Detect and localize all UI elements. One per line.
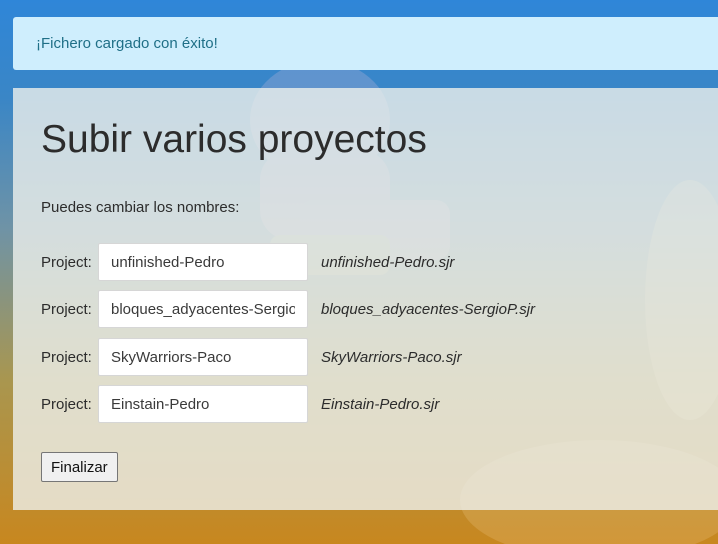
project-filename: SkyWarriors-Paco.sjr — [321, 348, 462, 366]
project-row: Project: unfinished-Pedro.sjr — [41, 243, 454, 281]
project-row: Project: bloques_adyacentes-SergioP.sjr — [41, 290, 535, 328]
project-label: Project: — [41, 395, 92, 413]
page-title: Subir varios proyectos — [41, 118, 427, 161]
project-name-input[interactable] — [98, 385, 308, 423]
project-name-input[interactable] — [98, 243, 308, 281]
project-filename: unfinished-Pedro.sjr — [321, 253, 455, 271]
project-row: Project: SkyWarriors-Paco.sjr — [41, 338, 462, 376]
project-label: Project: — [41, 300, 92, 318]
rename-hint: Puedes cambiar los nombres: — [41, 199, 240, 216]
project-filename: Einstain-Pedro.sjr — [321, 395, 440, 413]
success-alert-text: ¡Fichero cargado con éxito! — [36, 35, 218, 52]
upload-card: Subir varios proyectos Puedes cambiar lo… — [13, 88, 718, 510]
finish-button[interactable]: Finalizar — [41, 452, 118, 482]
project-row: Project: Einstain-Pedro.sjr — [41, 385, 439, 423]
project-name-input[interactable] — [98, 290, 308, 328]
project-filename: bloques_adyacentes-SergioP.sjr — [321, 300, 536, 318]
project-label: Project: — [41, 348, 92, 366]
success-alert: ¡Fichero cargado con éxito! — [13, 17, 718, 70]
project-label: Project: — [41, 253, 92, 271]
project-name-input[interactable] — [98, 338, 308, 376]
